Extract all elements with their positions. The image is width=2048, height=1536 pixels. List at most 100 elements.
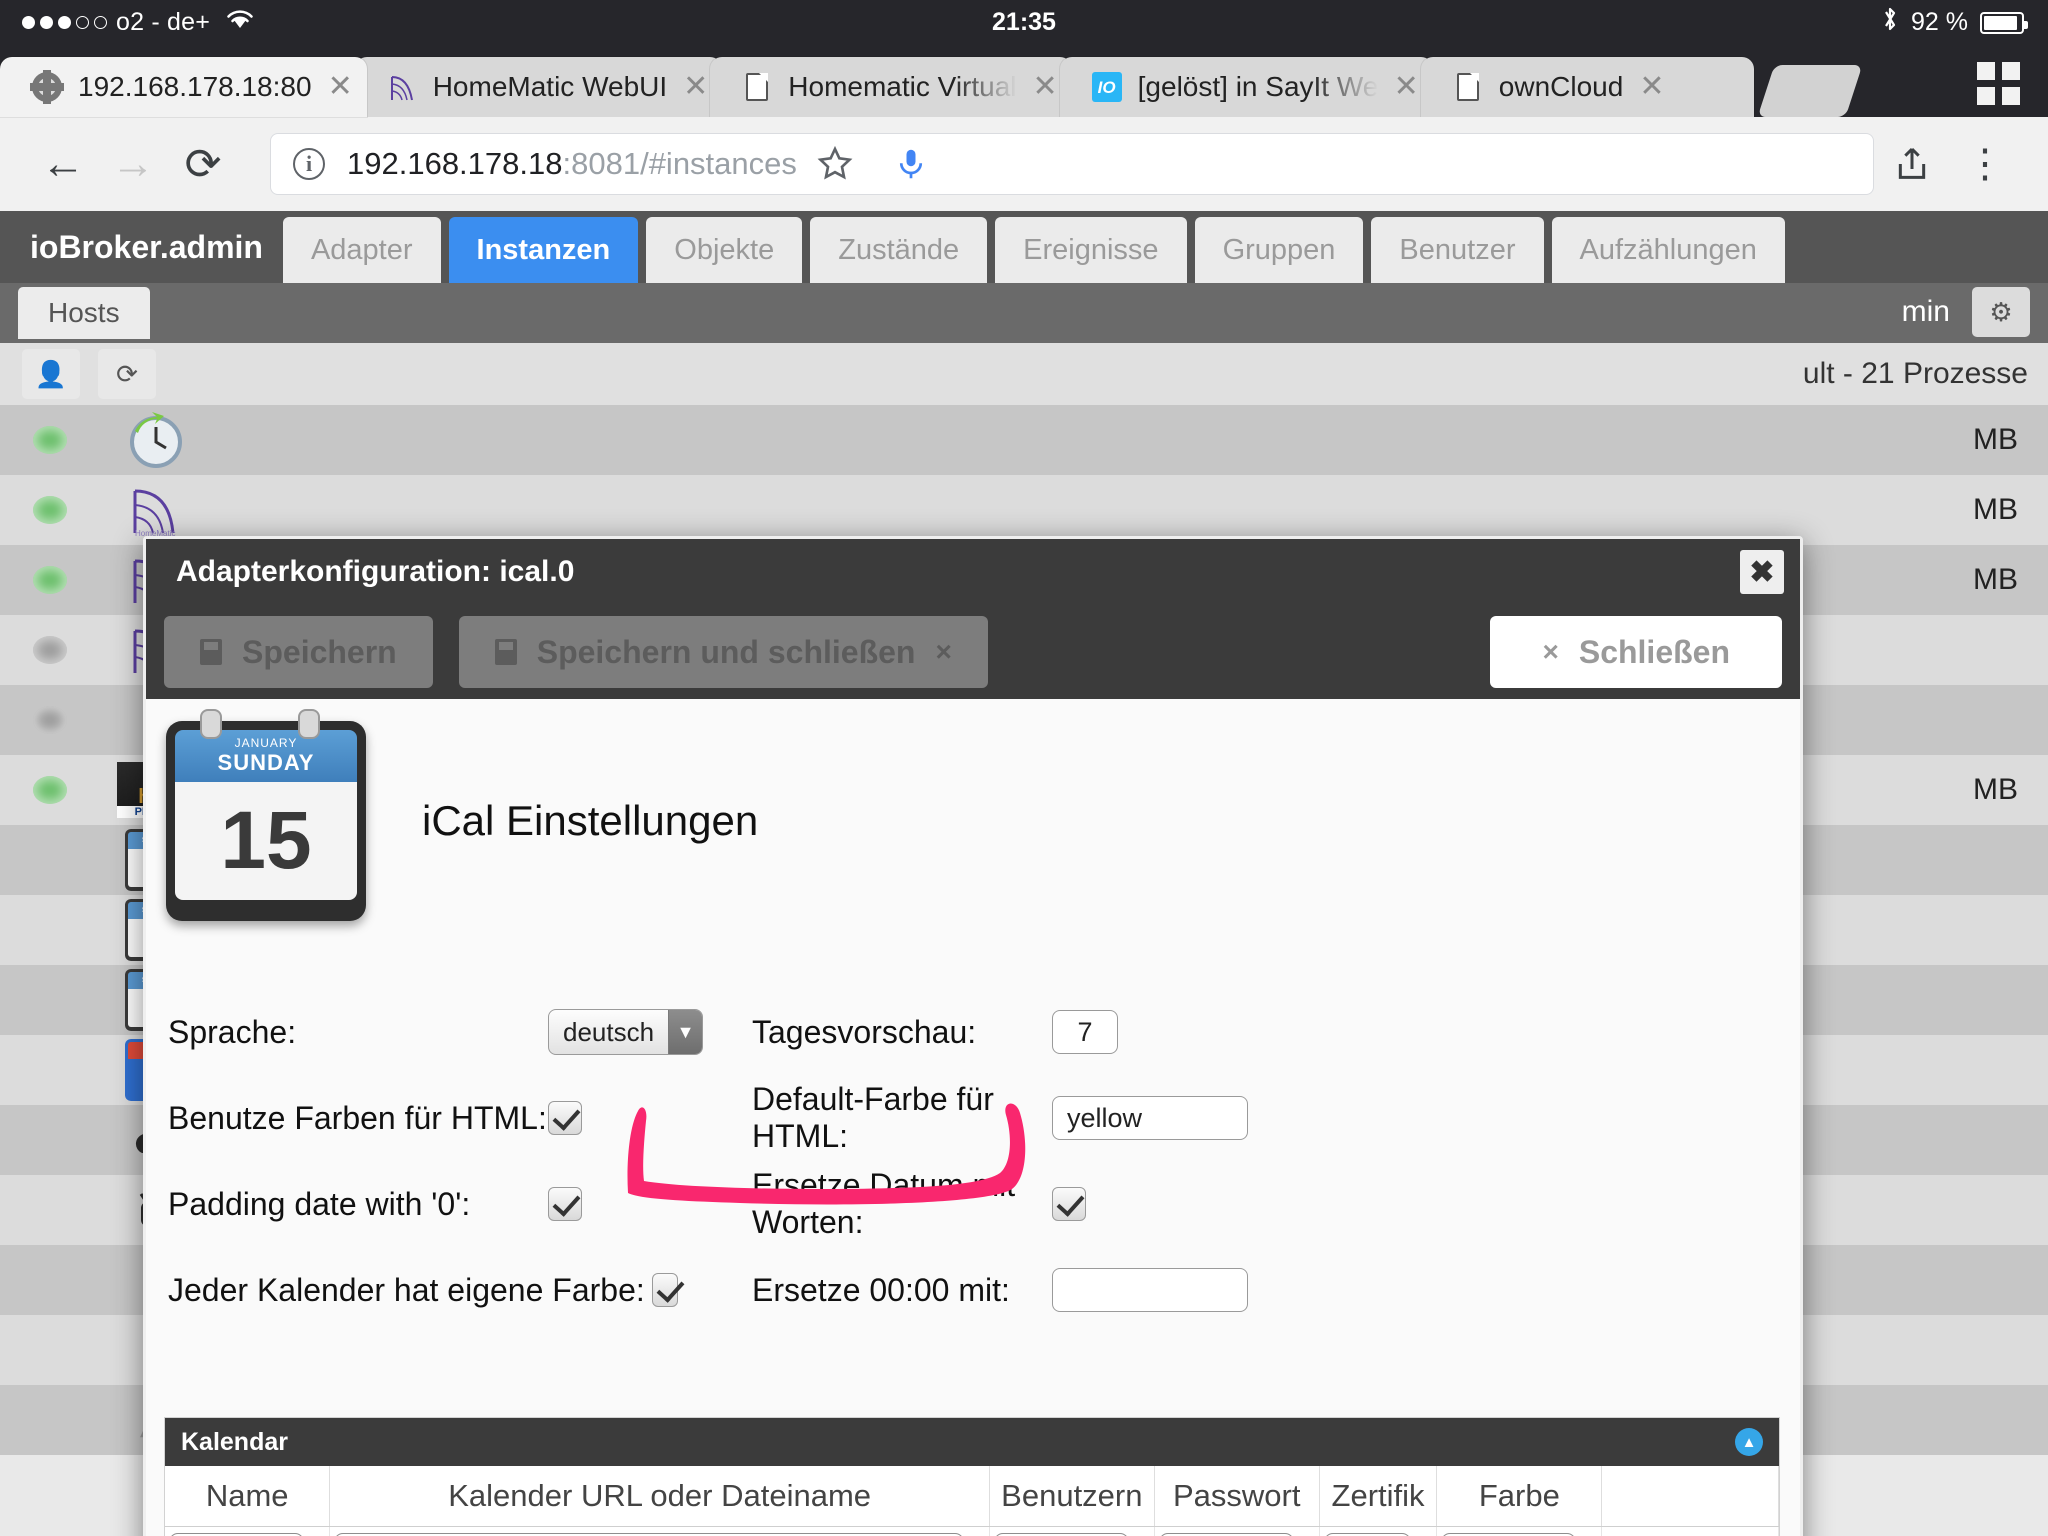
language-value: deutsch	[563, 1016, 655, 1047]
bookmark-star-icon[interactable]	[797, 126, 873, 202]
save-and-close-button[interactable]: Speichern und schließen ×	[458, 616, 988, 688]
memory-label: MB	[1973, 773, 2018, 806]
tab-title: 192.168.178.18:80	[78, 71, 312, 102]
calendar-panel-header: Kalendar ▲	[165, 1418, 1779, 1466]
calendar-panel: Kalendar ▲ Name Kalender URL oder Datein…	[164, 1417, 1780, 1536]
document-icon	[740, 70, 774, 104]
close-icon: ×	[935, 636, 952, 667]
close-icon[interactable]: ✕	[1639, 72, 1664, 102]
close-button-label: Schließen	[1578, 633, 1730, 670]
close-icon[interactable]: ✖	[1740, 550, 1784, 594]
status-led	[0, 706, 100, 734]
tab-benutzer[interactable]: Benutzer	[1371, 217, 1544, 283]
tab-title: HomeMatic WebUI	[432, 71, 668, 102]
new-tab-button[interactable]	[1758, 65, 1863, 117]
subtab-hosts[interactable]: Hosts	[18, 287, 150, 339]
reload-button[interactable]: ⟳	[168, 129, 238, 199]
tabs-grid-icon[interactable]	[1977, 62, 2020, 105]
save-button[interactable]: Speichern	[164, 616, 433, 688]
browser-tab-3[interactable]: IO [gelöst] in SayIt We ✕	[1059, 57, 1433, 117]
user-icon[interactable]: 👤	[22, 349, 80, 399]
tab-gruppen[interactable]: Gruppen	[1194, 217, 1364, 283]
iobroker-navbar: ioBroker.admin Adapter Instanzen Objekte…	[0, 211, 2048, 283]
chevron-up-icon[interactable]: ▲	[1735, 1428, 1763, 1456]
browser-tab-0[interactable]: 192.168.178.18:80 ✕	[0, 57, 367, 117]
replace-date-label: Ersetze Datum mit Worten:	[752, 1167, 1016, 1240]
padding-checkbox[interactable]	[548, 1187, 582, 1221]
filter-cell-name: x	[165, 1526, 331, 1536]
col-url: Kalender URL oder Dateiname	[329, 1466, 990, 1527]
share-icon[interactable]	[1874, 126, 1950, 202]
use-colors-checkbox[interactable]	[548, 1101, 582, 1135]
status-led	[0, 566, 100, 594]
tab-ereignisse[interactable]: Ereignisse	[995, 217, 1187, 283]
forward-button[interactable]: →	[98, 129, 168, 199]
language-select[interactable]: deutsch ▼	[548, 1009, 703, 1055]
bluetooth-icon	[1881, 5, 1899, 40]
address-bar[interactable]: i 192.168.178.18:8081/#instances	[270, 133, 1874, 195]
status-bar-clock: 21:35	[992, 8, 1056, 36]
iobroker-subnav: Hosts min ⚙	[0, 283, 2048, 343]
admin-label: min	[1901, 295, 1950, 328]
padding-label: Padding date with '0':	[168, 1185, 471, 1222]
own-color-checkbox[interactable]	[652, 1273, 678, 1307]
memory-label: MB	[1973, 493, 2018, 526]
mic-icon[interactable]	[873, 126, 949, 202]
use-colors-label: Benutze Farben für HTML:	[168, 1099, 547, 1136]
refresh-icon[interactable]: ⟳	[98, 349, 156, 399]
tab-aufzaehlungen[interactable]: Aufzählungen	[1551, 217, 1785, 283]
use-colors-wrap	[548, 1101, 678, 1135]
browser-menu-button[interactable]: ⋮	[1950, 129, 2020, 199]
browser-toolbar: ← → ⟳ i 192.168.178.18:8081/#instances ⋮	[0, 117, 2048, 211]
gear-icon	[30, 70, 64, 104]
settings-row-padding: Padding date with '0': Ersetze Datum mit…	[168, 1167, 1800, 1240]
close-icon: ×	[1542, 636, 1559, 667]
replace-midnight-wrap	[1052, 1268, 1248, 1312]
iobroker-page: ioBroker.admin Adapter Instanzen Objekte…	[0, 211, 2048, 1536]
status-led	[0, 496, 100, 524]
tab-zustaende[interactable]: Zustände	[810, 217, 988, 283]
tab-title: ownCloud	[1498, 71, 1624, 102]
calendar-weekday: SUNDAY	[217, 750, 315, 775]
preview-days-wrap: 7	[1052, 1010, 1118, 1054]
tab-adapter[interactable]: Adapter	[282, 217, 441, 283]
site-info-icon[interactable]: i	[293, 148, 325, 180]
preview-days-input[interactable]: 7	[1052, 1010, 1118, 1054]
own-color-label: Jeder Kalender hat eigene Farbe:	[168, 1271, 645, 1308]
settings-row-use-colors: Benutze Farben für HTML: Default-Farbe f…	[168, 1081, 1800, 1154]
language-select-wrap: deutsch ▼	[548, 1009, 703, 1055]
own-color-wrap	[652, 1273, 678, 1307]
settings-row-own-color: Jeder Kalender hat eigene Farbe: Ersetze…	[168, 1261, 1800, 1319]
default-color-input[interactable]: yellow	[1052, 1096, 1248, 1140]
browser-tab-4[interactable]: ownCloud ✕	[1420, 57, 1755, 117]
close-icon[interactable]: ✕	[1033, 72, 1058, 102]
close-button[interactable]: × Schließen	[1490, 616, 1782, 688]
table-row[interactable]: HomeMatic MB	[0, 475, 2048, 545]
close-icon[interactable]: ✕	[328, 72, 353, 102]
filter-cell-actions	[1601, 1526, 1779, 1536]
preview-days-label: Tagesvorschau:	[752, 1013, 977, 1050]
table-row[interactable]: MB	[0, 405, 2048, 475]
tab-objekte[interactable]: Objekte	[646, 217, 803, 283]
col-password: Passwort	[1154, 1466, 1320, 1527]
filter-cell-color: x	[1436, 1526, 1603, 1536]
save-button-label: Speichern	[242, 633, 397, 670]
replace-date-checkbox[interactable]	[1052, 1187, 1086, 1221]
calendar-filter-row: x x x x x x	[165, 1526, 1779, 1536]
back-button[interactable]: ←	[28, 129, 98, 199]
close-icon[interactable]: ✕	[1394, 72, 1419, 102]
iobroker-toolbar: 👤 ⟳ ult - 21 Prozesse	[0, 343, 2048, 405]
browser-tab-1[interactable]: HomeMatic WebUI ✕	[354, 57, 723, 117]
save-and-close-label: Speichern und schließen	[536, 633, 916, 670]
tab-instanzen[interactable]: Instanzen	[448, 217, 639, 283]
status-led	[0, 636, 100, 664]
replace-midnight-input[interactable]	[1052, 1268, 1248, 1312]
calendar-table-header: Name Kalender URL oder Dateiname Benutze…	[165, 1466, 1779, 1527]
subnav-right: min ⚙	[1902, 287, 2030, 337]
close-icon[interactable]: ✕	[683, 72, 708, 102]
browser-tab-2[interactable]: Homematic Virtual ✕	[710, 57, 1072, 117]
ical-settings-form: Sprache: deutsch ▼ Tagesvorschau: 7 Benu…	[168, 1003, 1800, 1319]
ical-app-icon: JANUARY SUNDAY 15	[166, 709, 366, 921]
gear-icon[interactable]: ⚙	[1972, 287, 2030, 337]
save-icon	[200, 639, 222, 665]
